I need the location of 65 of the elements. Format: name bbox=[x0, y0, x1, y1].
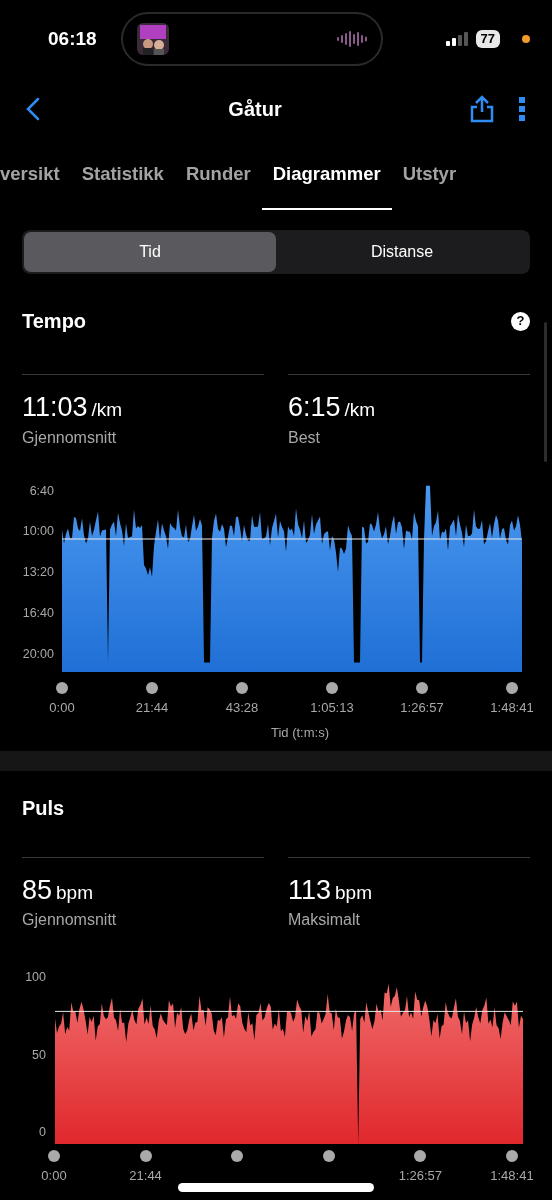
axis-label: 1:05:13 bbox=[310, 698, 354, 717]
status-time: 06:18 bbox=[48, 26, 97, 51]
axis-label: 13:20 bbox=[22, 564, 54, 582]
tick-dot[interactable] bbox=[505, 1150, 518, 1162]
tick-dot[interactable] bbox=[506, 681, 518, 694]
axis-label: 1:26:57 bbox=[398, 1167, 443, 1185]
axis-label: 1:26:57 bbox=[400, 698, 444, 717]
tick-dot[interactable] bbox=[236, 681, 248, 694]
tick-dot[interactable] bbox=[416, 681, 428, 694]
battery-level: 77 bbox=[475, 30, 500, 48]
stat-value: 113 bbox=[288, 874, 332, 905]
axis-label: 1:48:41 bbox=[490, 698, 534, 717]
tab[interactable]: versikt bbox=[0, 160, 71, 210]
tab[interactable]: Diagrammer bbox=[261, 160, 392, 210]
axis-label: 50 bbox=[31, 1046, 46, 1064]
axis-label: 100 bbox=[24, 969, 46, 986]
stat-label: Gjennomsnitt bbox=[22, 427, 118, 448]
tick-dot[interactable] bbox=[146, 681, 158, 694]
stat-value: 85 bbox=[22, 874, 53, 905]
stat-value: 11:03 bbox=[22, 392, 88, 422]
segment-button[interactable]: Tid bbox=[24, 232, 276, 272]
segment-button[interactable]: Distanse bbox=[276, 232, 528, 272]
audio-wave-icon bbox=[336, 30, 367, 48]
share-icon bbox=[470, 95, 494, 123]
back-button[interactable] bbox=[26, 97, 40, 121]
tick-dot[interactable] bbox=[139, 1150, 152, 1162]
more-icon bbox=[518, 96, 526, 122]
tick-dot[interactable] bbox=[56, 681, 68, 694]
tick-dot[interactable] bbox=[48, 1150, 60, 1162]
share-button[interactable] bbox=[470, 95, 494, 123]
tick-dot[interactable] bbox=[322, 1150, 335, 1162]
section-title: Tempo bbox=[22, 309, 87, 334]
privacy-dot-icon bbox=[522, 35, 530, 43]
axis-label: 21:44 bbox=[129, 1167, 162, 1185]
help-icon[interactable]: ? bbox=[511, 311, 530, 331]
stat-unit: bpm bbox=[335, 881, 372, 903]
axis-label: 20:00 bbox=[22, 645, 54, 663]
stat-label: Best bbox=[288, 427, 321, 448]
axis-label: 1:48:41 bbox=[490, 1167, 534, 1185]
section-title: Puls bbox=[22, 795, 65, 821]
tab[interactable]: Utstyr bbox=[391, 160, 468, 210]
tick-dot[interactable] bbox=[414, 1150, 427, 1162]
stat-unit: bpm bbox=[56, 881, 93, 903]
screen-title: Gåtur bbox=[227, 97, 283, 122]
axis-label: 16:40 bbox=[22, 604, 54, 622]
back-icon bbox=[26, 97, 40, 121]
axis-label: 0:00 bbox=[49, 698, 75, 717]
axis-label: 0 bbox=[38, 1124, 46, 1142]
tick-dot[interactable] bbox=[326, 681, 338, 694]
stat-value: 6:15 bbox=[288, 392, 341, 422]
tab[interactable]: Statistikk bbox=[70, 160, 175, 210]
stat-unit: /km bbox=[91, 399, 123, 420]
axis-label: 0:00 bbox=[41, 1167, 67, 1185]
tick-dot[interactable] bbox=[231, 1150, 244, 1162]
tab[interactable]: Runder bbox=[174, 160, 262, 210]
stat-label: Maksimalt bbox=[288, 910, 361, 930]
stat-unit: /km bbox=[344, 399, 376, 420]
more-button[interactable] bbox=[518, 96, 526, 122]
axis-label: 10:00 bbox=[22, 523, 54, 541]
signal-icon bbox=[445, 32, 468, 46]
axis-label: 21:44 bbox=[135, 698, 169, 717]
stat-label: Gjennomsnitt bbox=[22, 910, 118, 930]
axis-label: 6:40 bbox=[28, 482, 54, 500]
axis-label: 43:28 bbox=[225, 698, 259, 717]
axis-title: Tid (t:m:s) bbox=[270, 724, 330, 742]
